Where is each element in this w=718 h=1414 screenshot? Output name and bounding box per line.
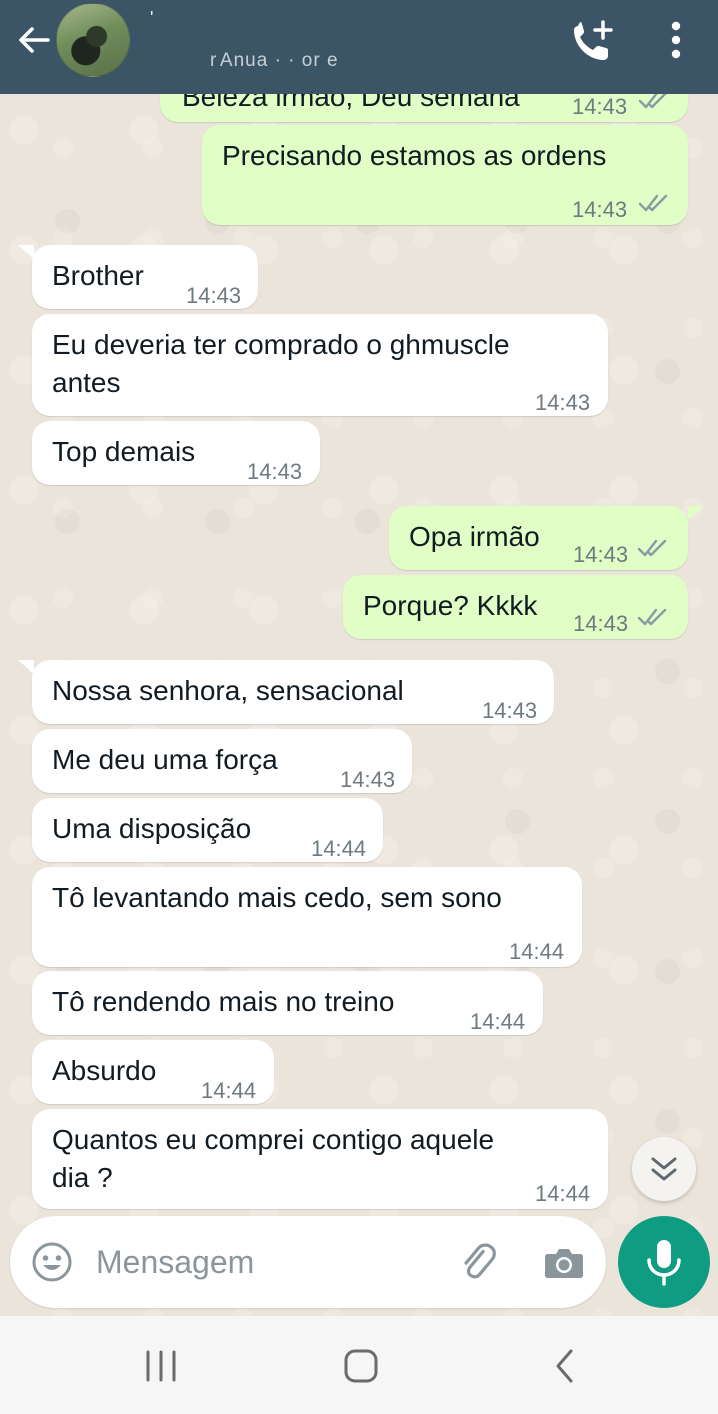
message-bubble-outgoing[interactable]: Opa irmão 14:43 [389, 506, 688, 570]
message-time: 14:43 [535, 390, 591, 415]
message-input[interactable] [96, 1240, 426, 1284]
chat-header: ' r Anua · · or e [0, 0, 718, 94]
paperclip-icon[interactable] [454, 1238, 502, 1286]
message-text: Brother [52, 260, 144, 291]
message-text: Eu deveria ter comprado o ghmuscle [52, 329, 510, 360]
bubble-tail [18, 660, 34, 674]
message-bubble-incoming[interactable]: Tô rendendo mais no treino 14:44 [32, 971, 543, 1035]
message-bubble-incoming[interactable]: Brother 14:43 [32, 245, 258, 309]
message-text: Me deu uma força [52, 744, 278, 775]
message-bubble-incoming[interactable]: Eu deveria ter comprado o ghmuscle antes… [32, 314, 608, 416]
message-bubble-outgoing[interactable]: Porque? Kkkk 14:43 [343, 575, 688, 639]
message-text: Tô rendendo mais no treino [52, 986, 395, 1017]
message-text: Precisando estamos as ordens [222, 140, 607, 171]
message-time: 14:43 [247, 459, 303, 484]
read-ticks-icon [638, 194, 668, 212]
bubble-tail [688, 506, 704, 520]
message-time: 14:43 [186, 283, 242, 308]
message-bubble-incoming[interactable]: Nossa senhora, sensacional 14:43 [32, 660, 554, 724]
message-text: Tô levantando mais cedo, sem sono [52, 882, 502, 913]
message-time: 14:44 [470, 1009, 526, 1034]
system-navigation-bar [0, 1316, 718, 1414]
avatar[interactable] [56, 3, 130, 77]
voice-message-button[interactable] [618, 1216, 710, 1308]
scroll-to-bottom-button[interactable] [632, 1137, 696, 1201]
message-text: Opa irmão [409, 521, 540, 552]
contact-status: r Anua · · or e [210, 50, 339, 71]
emoji-icon[interactable] [30, 1240, 74, 1284]
nav-back-icon[interactable] [545, 1346, 587, 1386]
more-vert-icon[interactable] [664, 18, 688, 62]
message-text: Nossa senhora, sensacional [52, 675, 404, 706]
message-bubble-outgoing[interactable]: Precisando estamos as ordens 14:43 [202, 125, 688, 225]
message-time: 14:44 [535, 1181, 591, 1206]
message-bubble-incoming[interactable]: Absurdo 14:44 [32, 1040, 274, 1104]
message-text: Uma disposição [52, 813, 252, 844]
arrow-left-icon[interactable] [14, 20, 54, 60]
read-ticks-icon [637, 539, 667, 557]
recent-apps-icon[interactable] [140, 1346, 182, 1386]
camera-icon[interactable] [542, 1240, 586, 1284]
message-time: 14:43 [573, 542, 629, 567]
mic-icon [647, 1240, 681, 1286]
message-bubble-incoming[interactable]: Top demais 14:43 [32, 421, 320, 485]
double-chevron-down-icon [651, 1157, 677, 1181]
message-time: 14:43 [482, 698, 538, 723]
message-bubble-incoming[interactable]: Me deu uma força 14:43 [32, 729, 412, 793]
message-text: Quantos eu comprei contigo aquele [52, 1124, 495, 1155]
message-time: 14:43 [573, 611, 629, 636]
message-bubble-incoming[interactable]: Tô levantando mais cedo, sem sono 14:44 [32, 867, 582, 967]
message-composer [10, 1216, 606, 1308]
read-ticks-icon [637, 608, 667, 626]
message-time: 14:43 [572, 197, 628, 222]
message-text: Porque? Kkkk [363, 590, 538, 621]
add-call-icon[interactable] [568, 18, 616, 66]
home-icon[interactable] [340, 1346, 382, 1386]
message-bubble-incoming[interactable]: Quantos eu comprei contigo aquele dia ? … [32, 1109, 608, 1209]
message-time: 14:44 [201, 1078, 257, 1103]
bubble-tail [18, 245, 34, 259]
message-text: Top demais [52, 436, 196, 467]
message-time: 14:43 [340, 767, 396, 792]
contact-name[interactable]: ' [150, 8, 153, 29]
message-time: 14:44 [311, 836, 367, 861]
message-text-line2: dia ? [52, 1162, 113, 1193]
message-text: Absurdo [52, 1055, 157, 1086]
message-text-line2: antes [52, 367, 121, 398]
message-time: 14:44 [509, 939, 565, 964]
message-bubble-incoming[interactable]: Uma disposição 14:44 [32, 798, 383, 862]
